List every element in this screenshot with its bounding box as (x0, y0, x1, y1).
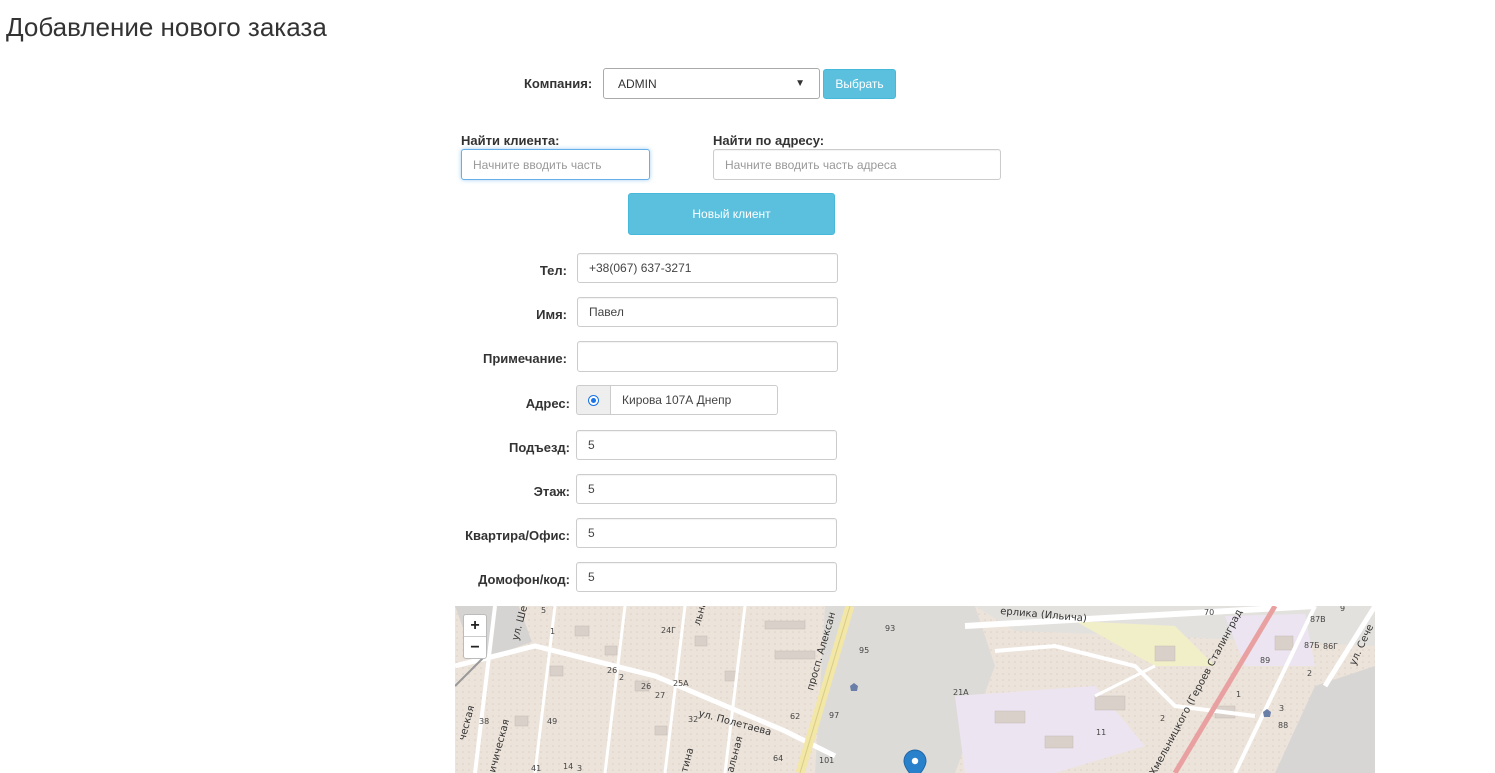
house-number: 89 (1260, 656, 1270, 665)
find-client-input[interactable] (461, 149, 650, 180)
house-number: 2 (1160, 714, 1165, 723)
map-zoom-control: + − (463, 614, 487, 659)
name-field[interactable] (577, 297, 838, 327)
house-number: 93 (885, 624, 895, 633)
house-number: 1 (550, 627, 555, 636)
house-number: 49 (547, 717, 557, 726)
house-number: 87В (1310, 615, 1326, 624)
intercom-field[interactable] (576, 562, 837, 592)
house-number: 38 (479, 717, 489, 726)
entrance-field[interactable] (576, 430, 837, 460)
house-number: 86Г (1323, 642, 1338, 651)
address-group: Кирова 107А Днепр (576, 385, 778, 415)
floor-label: Этаж: (533, 484, 570, 499)
address-label: Адрес: (525, 396, 570, 411)
find-client-label: Найти клиента: (461, 133, 560, 148)
apartment-field[interactable] (576, 518, 837, 548)
house-number: 2 (1307, 669, 1312, 678)
map-marker-icon[interactable] (903, 749, 927, 773)
intercom-label: Домофон/код: (478, 572, 570, 587)
find-address-label: Найти по адресу: (713, 133, 825, 148)
house-number: 21А (953, 688, 969, 697)
address-radio-cell[interactable] (576, 385, 610, 415)
floor-field[interactable] (576, 474, 837, 504)
house-number: 70 (1204, 608, 1214, 617)
house-number: 101 (819, 756, 834, 765)
house-number: 87Б (1304, 641, 1320, 650)
chevron-down-icon: ▼ (795, 78, 805, 89)
house-number: 1 (1236, 690, 1241, 699)
company-label: Компания: (524, 76, 593, 91)
address-option-text[interactable]: Кирова 107А Днепр (610, 385, 778, 415)
house-number: 26 (607, 666, 617, 675)
house-number: 9 (1340, 606, 1345, 613)
house-number: 14 (563, 762, 573, 771)
company-select[interactable]: ADMIN ▼ (603, 68, 820, 99)
house-number: 25А (673, 679, 689, 688)
zoom-in-button[interactable]: + (464, 615, 486, 636)
house-number: 41 (531, 764, 541, 773)
find-address-input[interactable] (713, 149, 1001, 180)
address-radio[interactable] (588, 394, 599, 406)
page-title: Добавление нового заказа (6, 12, 327, 42)
company-select-value: ADMIN (618, 76, 657, 91)
house-number: 5 (541, 606, 546, 615)
note-label: Примечание: (483, 351, 567, 366)
map-canvas[interactable]: просп. Алексан ул. Полетаева ерлика (Иль… (455, 606, 1375, 773)
house-number: 2 (619, 673, 624, 682)
house-number: 3 (1279, 704, 1284, 713)
house-number: 64 (773, 754, 783, 763)
house-number: 88 (1278, 721, 1288, 730)
house-number: 62 (790, 712, 800, 721)
choose-company-button[interactable]: Выбрать (823, 69, 896, 99)
house-number: 26 (641, 682, 651, 691)
house-number: 32 (688, 715, 698, 724)
house-number: 27 (655, 691, 665, 700)
house-number: 11 (1096, 728, 1106, 737)
house-number: 3 (577, 764, 582, 773)
house-number: 97 (829, 711, 839, 720)
name-label: Имя: (536, 307, 567, 322)
phone-field[interactable] (577, 253, 838, 283)
entrance-label: Подъезд: (509, 440, 570, 455)
house-number: 95 (859, 646, 869, 655)
apartment-label: Квартира/Офис: (465, 528, 570, 543)
house-number: 24Г (661, 626, 676, 635)
note-field[interactable] (577, 341, 838, 372)
map-view[interactable]: просп. Алексан ул. Полетаева ерлика (Иль… (455, 606, 1375, 773)
zoom-out-button[interactable]: − (464, 636, 486, 658)
new-client-button[interactable]: Новый клиент (628, 193, 835, 235)
phone-label: Тел: (539, 263, 567, 278)
